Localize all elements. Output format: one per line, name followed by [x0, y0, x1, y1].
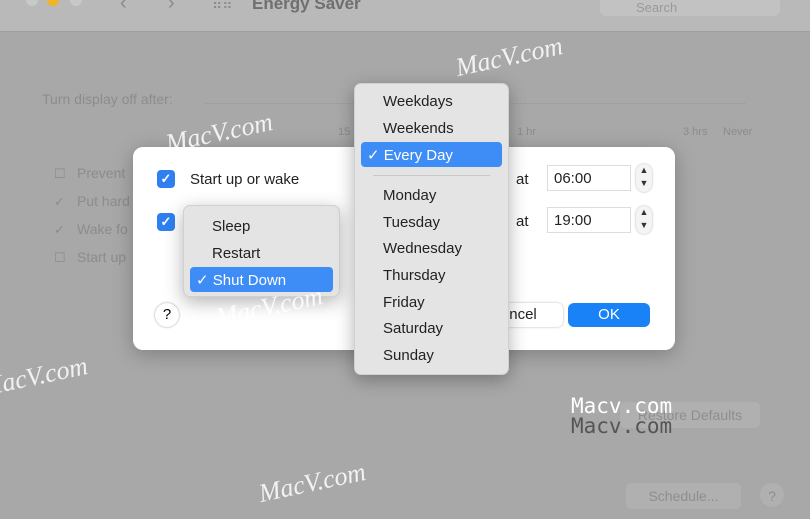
watermark-logo: MacV.com: [453, 31, 566, 82]
ok-button[interactable]: OK: [568, 303, 650, 327]
start-time-stepper[interactable]: ▲ ▼: [636, 164, 652, 192]
option-checkbox[interactable]: ☐: [54, 166, 68, 181]
option-checkbox[interactable]: ✓: [54, 222, 68, 237]
option-label: Wake fo: [77, 221, 128, 237]
restore-defaults-button[interactable]: Restore Defaults: [620, 402, 760, 428]
slider-label: Turn display off after:: [42, 91, 173, 107]
grid-icon[interactable]: ⠿⠿: [212, 0, 233, 13]
menu-item-sunday[interactable]: Sunday: [361, 343, 502, 368]
option-label: Put hard: [77, 193, 130, 209]
option-checkbox[interactable]: ✓: [54, 194, 68, 209]
back-icon[interactable]: ‹: [120, 0, 127, 15]
menu-item-weekends[interactable]: Weekends: [361, 116, 502, 141]
at-label: at: [516, 171, 529, 188]
shutdown-time-stepper[interactable]: ▲ ▼: [636, 206, 652, 234]
menu-item-restart[interactable]: Restart: [190, 241, 333, 266]
checkmark-icon: ✓: [367, 147, 380, 164]
tick-label: 3 hrs: [683, 126, 708, 138]
menu-item-wednesday[interactable]: Wednesday: [361, 236, 502, 261]
window-title: Energy Saver: [252, 0, 361, 13]
menu-item-monday[interactable]: Monday: [361, 183, 502, 208]
menu-item-thursday[interactable]: Thursday: [361, 263, 502, 288]
schedule-button[interactable]: Schedule...: [626, 483, 741, 509]
action-menu: Sleep Restart ✓ Shut Down: [183, 205, 340, 297]
menu-item-saturday[interactable]: Saturday: [361, 316, 502, 341]
menu-item-tuesday[interactable]: Tuesday: [361, 210, 502, 235]
tick-label: Never: [723, 126, 753, 138]
dialog-help-button[interactable]: ?: [155, 303, 179, 327]
option-label: Start up: [77, 249, 127, 265]
menu-item-shut-down[interactable]: ✓ Shut Down: [190, 267, 333, 292]
close-window-button[interactable]: [26, 0, 38, 6]
menu-item-label: Shut Down: [212, 272, 287, 289]
at-label: at: [516, 213, 529, 230]
search-input[interactable]: Search: [600, 0, 780, 16]
watermark-logo: MacV.com: [0, 351, 91, 402]
tick-label: 15: [338, 126, 351, 138]
shutdown-time-field[interactable]: 19:00: [547, 207, 631, 233]
zoom-window-button[interactable]: [70, 0, 82, 6]
start-up-label: Start up or wake: [190, 171, 300, 188]
menu-item-label: Every Day: [383, 147, 453, 164]
checkmark-icon: ✓: [196, 272, 209, 289]
forward-icon[interactable]: ›: [168, 0, 175, 15]
menu-item-friday[interactable]: Friday: [361, 290, 502, 315]
watermark-logo: MacV.com: [256, 457, 369, 508]
menu-item-weekdays[interactable]: Weekdays: [361, 89, 502, 114]
start-up-checkbox[interactable]: ✓: [157, 170, 175, 188]
title-bar: ‹ › ⠿⠿ Energy Saver Search: [0, 0, 810, 32]
option-label: Prevent: [77, 165, 126, 181]
shutdown-checkbox[interactable]: ✓: [157, 213, 175, 231]
day-menu: Weekdays Weekends ✓ Every Day Monday Tue…: [354, 83, 509, 375]
help-button[interactable]: ?: [760, 483, 784, 507]
menu-item-every-day[interactable]: ✓ Every Day: [361, 142, 502, 167]
start-time-field[interactable]: 06:00: [547, 165, 631, 191]
tick-label: 1 hr: [517, 126, 536, 138]
option-checkbox[interactable]: ☐: [54, 250, 68, 265]
minimize-window-button[interactable]: [47, 0, 59, 6]
menu-item-sleep[interactable]: Sleep: [190, 214, 333, 239]
menu-separator: [373, 175, 490, 176]
